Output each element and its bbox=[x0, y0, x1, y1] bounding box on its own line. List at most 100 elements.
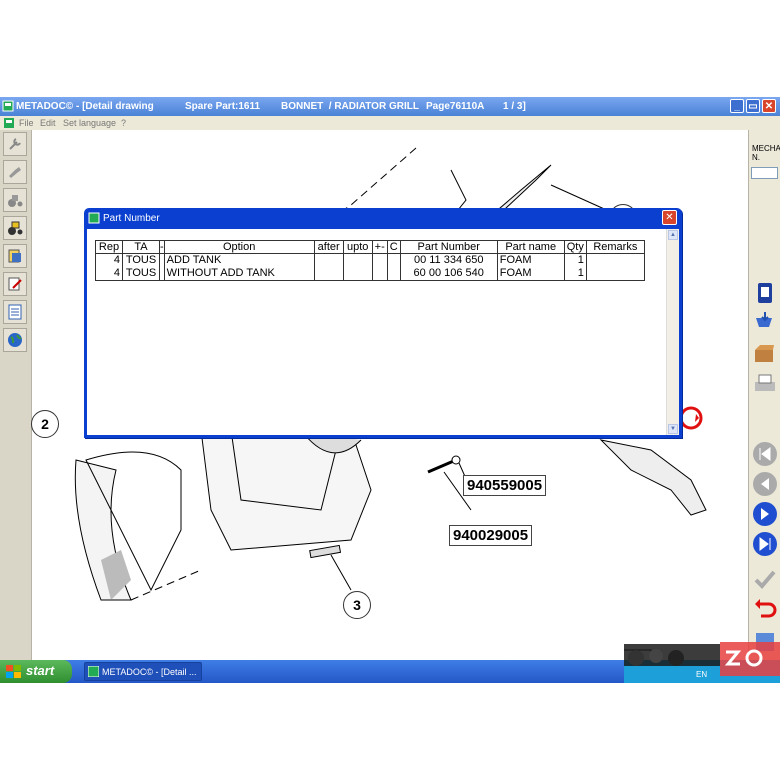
close-button[interactable]: ✕ bbox=[762, 99, 776, 113]
part-label-940029005[interactable]: 940029005 bbox=[449, 525, 533, 546]
tractor-button[interactable] bbox=[3, 216, 27, 240]
app-icon bbox=[2, 100, 14, 112]
col-part-number: Part Number bbox=[399, 240, 498, 254]
col-upto: upto bbox=[342, 240, 373, 254]
cell-upto bbox=[342, 267, 373, 281]
spare-part-title: Spare Part:1611 bbox=[185, 101, 261, 112]
table-header-row: Rep TA - Option after upto +- C Part Num… bbox=[95, 240, 645, 254]
section-title: BONNET / RADIATOR GRILL bbox=[281, 101, 419, 112]
undo-icon[interactable] bbox=[751, 596, 779, 624]
document-icon bbox=[8, 249, 21, 263]
cell-ta: TOUS bbox=[122, 267, 160, 281]
title-bar: METADOC© - [Detail drawing Spare Part:16… bbox=[0, 97, 780, 116]
dialog-body: Rep TA - Option after upto +- C Part Num… bbox=[87, 229, 679, 435]
tractor-icon bbox=[8, 221, 23, 235]
cell-qty: 1 bbox=[563, 253, 587, 267]
cell-remarks bbox=[585, 267, 645, 281]
printer-icon[interactable] bbox=[751, 370, 779, 398]
dialog-scrollbar[interactable]: ▲ ▼ bbox=[666, 229, 679, 435]
cell-plus-minus bbox=[371, 267, 388, 281]
spanner-tool-button[interactable] bbox=[3, 160, 27, 184]
cell-qty: 1 bbox=[563, 267, 587, 281]
start-label: start bbox=[26, 663, 55, 678]
edit-note-icon bbox=[8, 277, 22, 291]
cell-rep: 4 bbox=[95, 267, 123, 281]
windows-flag-icon bbox=[6, 665, 21, 678]
tractor-grey-icon bbox=[8, 195, 23, 207]
check-icon[interactable] bbox=[751, 566, 779, 594]
col-part-name: Part name bbox=[496, 240, 565, 254]
page-title: Page76110A bbox=[426, 101, 485, 112]
col-rep: Rep bbox=[95, 240, 123, 254]
checklist-icon bbox=[8, 304, 22, 320]
cell-c bbox=[386, 267, 401, 281]
taskbar-item-metadoc[interactable]: METADOC© - [Detail ... bbox=[84, 662, 202, 681]
watermark-logo bbox=[624, 642, 780, 676]
previous-page-icon[interactable] bbox=[751, 470, 779, 498]
col-qty: Qty bbox=[563, 240, 587, 254]
dialog-title: Part Number bbox=[103, 213, 160, 224]
checklist-button[interactable] bbox=[3, 300, 27, 324]
col-plus-minus: +- bbox=[371, 240, 388, 254]
cell-option: ADD TANK bbox=[163, 253, 315, 267]
document-button[interactable] bbox=[3, 244, 27, 268]
scroll-down-icon[interactable]: ▼ bbox=[668, 424, 678, 434]
part-label-940559005[interactable]: 940559005 bbox=[463, 475, 547, 496]
col-ta: TA bbox=[122, 240, 160, 254]
mechan-input[interactable] bbox=[751, 167, 778, 179]
col-c: C bbox=[386, 240, 401, 254]
minimize-button[interactable]: _ bbox=[730, 99, 744, 113]
cell-upto bbox=[342, 253, 373, 267]
menu-help[interactable]: ? bbox=[121, 118, 126, 128]
menu-file[interactable]: File bbox=[19, 118, 34, 128]
menu-edit[interactable]: Edit bbox=[40, 118, 56, 128]
edit-note-button[interactable] bbox=[3, 272, 27, 296]
col-dash: - bbox=[159, 240, 165, 254]
menu-app-icon bbox=[4, 118, 14, 128]
scroll-up-icon[interactable]: ▲ bbox=[668, 230, 678, 240]
taskbar-item-label: METADOC© - [Detail ... bbox=[102, 667, 197, 677]
book-icon[interactable] bbox=[751, 280, 779, 308]
table-row[interactable]: 4 TOUS ADD TANK 00 11 334 650 FOAM 1 bbox=[95, 253, 645, 267]
dialog-close-button[interactable]: ✕ bbox=[662, 210, 677, 225]
window-title: METADOC© - [Detail drawing bbox=[16, 101, 154, 112]
right-toolbar: MECHA N. bbox=[748, 130, 780, 660]
part-number-dialog: Part Number ✕ Rep TA - Option after upto… bbox=[84, 208, 682, 438]
tractor-grey-button[interactable] bbox=[3, 188, 27, 212]
cell-after bbox=[313, 267, 344, 281]
dialog-icon bbox=[88, 212, 100, 224]
callout-2[interactable]: 2 bbox=[31, 410, 59, 438]
taskbar-app-icon bbox=[88, 666, 99, 677]
globe-icon bbox=[8, 333, 22, 347]
cell-c bbox=[386, 253, 401, 267]
callout-3[interactable]: 3 bbox=[343, 591, 371, 619]
table-row[interactable]: 4 TOUS WITHOUT ADD TANK 60 00 106 540 FO… bbox=[95, 267, 645, 281]
page-count: 1 / 3] bbox=[503, 101, 526, 112]
menu-bar: File Edit Set language ? bbox=[0, 116, 780, 130]
wrench-icon bbox=[9, 138, 21, 150]
last-page-icon[interactable] bbox=[751, 530, 779, 558]
parts-table: Rep TA - Option after upto +- C Part Num… bbox=[95, 240, 645, 281]
first-page-icon[interactable] bbox=[751, 440, 779, 468]
col-after: after bbox=[313, 240, 344, 254]
spanner-icon bbox=[9, 167, 21, 178]
restore-button[interactable]: ▭ bbox=[746, 99, 760, 113]
cell-part-name: FOAM bbox=[496, 267, 565, 281]
cell-option: WITHOUT ADD TANK bbox=[163, 267, 315, 281]
menu-set-language[interactable]: Set language bbox=[63, 118, 116, 128]
left-toolbar bbox=[0, 130, 32, 660]
cell-part-number: 60 00 106 540 bbox=[399, 267, 498, 281]
parts-box-icon[interactable] bbox=[751, 340, 779, 368]
cell-part-name: FOAM bbox=[496, 253, 565, 267]
cell-remarks bbox=[585, 253, 645, 267]
cell-after bbox=[313, 253, 344, 267]
col-remarks: Remarks bbox=[585, 240, 645, 254]
cell-rep: 4 bbox=[95, 253, 123, 267]
cell-plus-minus bbox=[371, 253, 388, 267]
start-button[interactable]: start bbox=[0, 660, 72, 683]
screen: METADOC© - [Detail drawing Spare Part:16… bbox=[0, 97, 780, 683]
wrench-tool-button[interactable] bbox=[3, 132, 27, 156]
cart-download-icon[interactable] bbox=[751, 310, 779, 338]
next-page-icon[interactable] bbox=[751, 500, 779, 528]
globe-button[interactable] bbox=[3, 328, 27, 352]
